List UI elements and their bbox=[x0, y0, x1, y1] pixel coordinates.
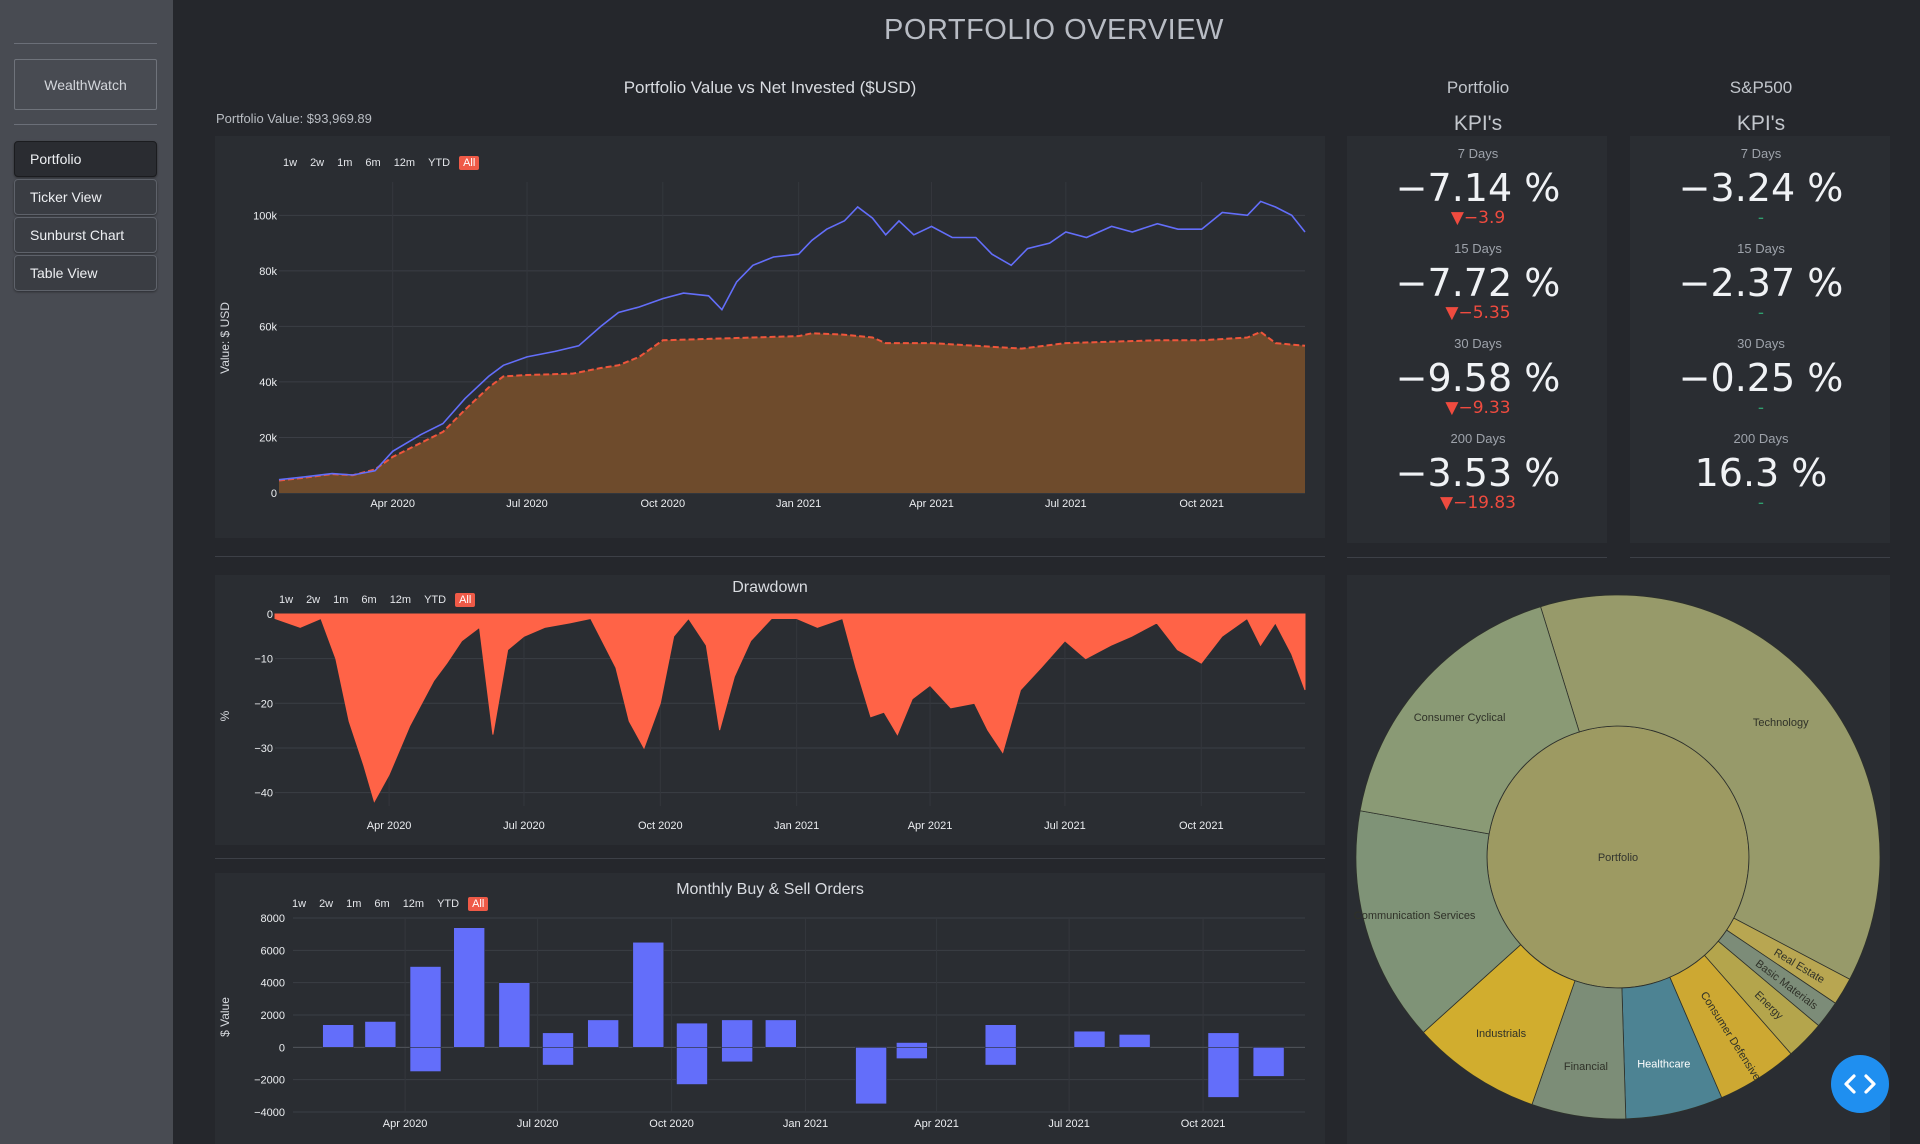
code-toggle-button[interactable] bbox=[1831, 1055, 1889, 1113]
sunburst-label: Industrials bbox=[1476, 1028, 1527, 1040]
sunburst-label: Financial bbox=[1564, 1061, 1608, 1073]
sunburst-label: Communication Services bbox=[1354, 910, 1476, 922]
sunburst-center-label: Portfolio bbox=[1598, 852, 1638, 864]
sunburst-label: Technology bbox=[1753, 717, 1809, 729]
sunburst-label: Healthcare bbox=[1637, 1058, 1690, 1070]
sunburst-label: Consumer Cyclical bbox=[1414, 712, 1506, 724]
app-root: WealthWatch Portfolio Ticker View Sunbur… bbox=[0, 0, 1920, 1144]
sunburst-chart[interactable]: PortfolioTechnologyReal EstateBasic Mate… bbox=[0, 0, 1920, 1144]
code-brackets-icon bbox=[1844, 1074, 1876, 1094]
